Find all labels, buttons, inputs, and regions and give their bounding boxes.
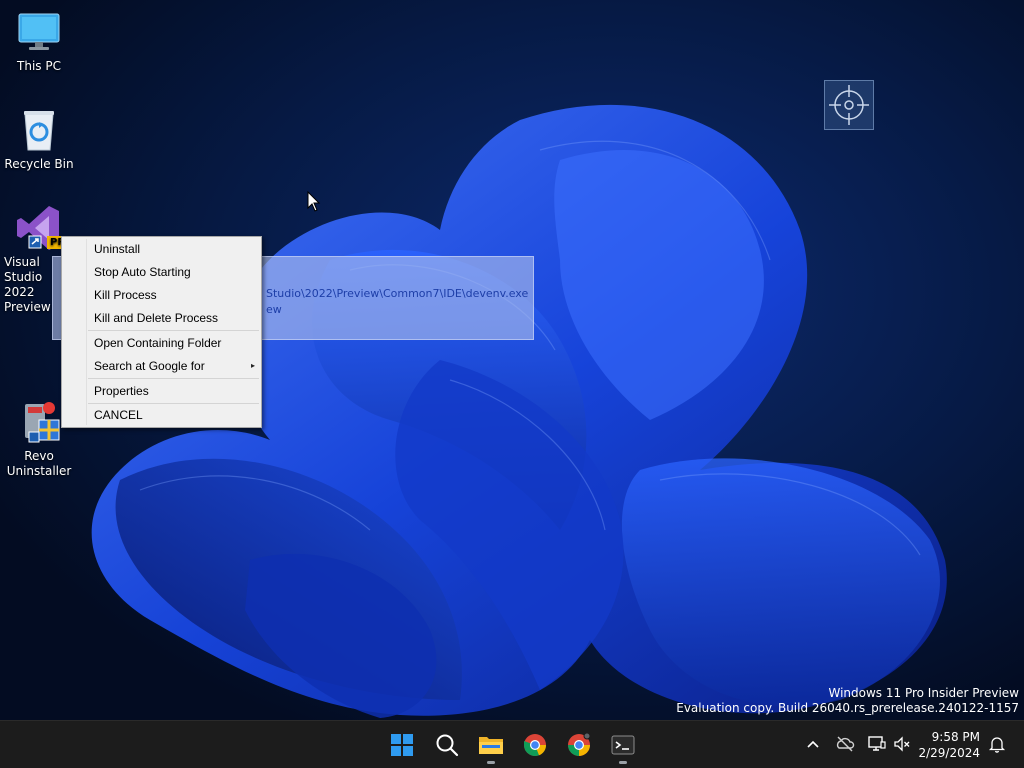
menu-item-label: Stop Auto Starting bbox=[94, 265, 191, 279]
desktop-icon-recycle-bin[interactable]: Recycle Bin bbox=[0, 106, 78, 172]
monitor-icon bbox=[15, 8, 63, 56]
crosshair-widget[interactable] bbox=[824, 80, 874, 130]
taskbar-start-button[interactable] bbox=[384, 727, 420, 763]
tray-volume[interactable] bbox=[892, 734, 912, 754]
folder-icon bbox=[479, 737, 503, 754]
menu-separator bbox=[88, 378, 259, 379]
menu-item-label: Uninstall bbox=[94, 242, 141, 256]
desktop-icon-label: Revo bbox=[24, 449, 54, 463]
taskbar-chrome-alt[interactable] bbox=[561, 727, 597, 763]
chrome-icon bbox=[524, 734, 547, 756]
windows-start-icon bbox=[391, 734, 413, 756]
menu-item-open-containing-folder[interactable]: Open Containing Folder bbox=[94, 333, 257, 353]
chrome-alt-icon bbox=[568, 732, 591, 756]
clock-time: 9:58 PM bbox=[931, 730, 980, 744]
menu-gutter bbox=[86, 239, 87, 425]
network-icon bbox=[868, 736, 886, 751]
taskbar-search-button[interactable] bbox=[429, 727, 465, 763]
submenu-arrow-icon: ▸ bbox=[250, 361, 255, 370]
context-menu: Uninstall Stop Auto Starting Kill Proces… bbox=[61, 236, 262, 428]
bell-icon bbox=[988, 737, 1006, 753]
mouse-cursor-icon bbox=[307, 191, 321, 212]
menu-separator bbox=[88, 403, 259, 404]
revo-uninstaller-icon bbox=[15, 398, 63, 446]
menu-item-label: CANCEL bbox=[94, 408, 143, 422]
taskbar-chrome[interactable] bbox=[517, 727, 553, 763]
taskbar-clock[interactable]: 9:58 PM 2/29/2024 bbox=[918, 729, 980, 761]
menu-separator bbox=[88, 330, 259, 331]
recycle-bin-icon bbox=[15, 106, 63, 154]
taskbar-file-explorer[interactable] bbox=[473, 727, 509, 764]
menu-item-label: Open Containing Folder bbox=[94, 336, 222, 350]
menu-item-label: Properties bbox=[94, 384, 149, 398]
menu-item-label: Search at Google for bbox=[94, 359, 205, 373]
tray-network[interactable] bbox=[867, 734, 887, 754]
crosshair-icon bbox=[829, 85, 869, 125]
desktop[interactable]: This PC Recycle Bin PRE Visual Studio 20… bbox=[0, 0, 1024, 720]
desktop-icon-label: Recycle Bin bbox=[4, 157, 74, 171]
menu-item-uninstall[interactable]: Uninstall bbox=[94, 239, 257, 259]
tray-onedrive[interactable] bbox=[835, 734, 855, 754]
menu-item-kill-process[interactable]: Kill Process bbox=[94, 285, 257, 305]
tray-overflow-chevron[interactable] bbox=[803, 734, 823, 754]
taskbar: 9:58 PM 2/29/2024 bbox=[0, 720, 1024, 768]
desktop-icon-label: Uninstaller bbox=[6, 464, 72, 478]
menu-item-label: Kill Process bbox=[94, 288, 157, 302]
watermark-edition: Windows 11 Pro Insider Preview bbox=[828, 686, 1019, 700]
desktop-icon-label: This PC bbox=[17, 59, 61, 73]
visual-studio-icon: PRE bbox=[15, 204, 75, 252]
terminal-icon bbox=[611, 735, 635, 755]
running-indicator bbox=[619, 761, 627, 764]
chevron-up-icon bbox=[807, 740, 819, 748]
menu-item-properties[interactable]: Properties bbox=[94, 381, 257, 401]
desktop-icon-this-pc[interactable]: This PC bbox=[0, 8, 78, 74]
clock-date: 2/29/2024 bbox=[918, 746, 980, 760]
menu-item-label: Kill and Delete Process bbox=[94, 311, 219, 325]
evaluation-watermark: Windows 11 Pro Insider Preview Evaluatio… bbox=[676, 686, 1019, 716]
watermark-build: Evaluation copy. Build 26040.rs_prerelea… bbox=[676, 701, 1019, 715]
onedrive-offline-icon bbox=[836, 736, 855, 752]
menu-item-cancel[interactable]: CANCEL bbox=[94, 405, 257, 425]
speaker-muted-icon bbox=[894, 736, 910, 752]
menu-item-stop-auto-starting[interactable]: Stop Auto Starting bbox=[94, 262, 257, 282]
tooltip-path-line2: ew bbox=[266, 303, 282, 316]
search-icon bbox=[436, 734, 459, 757]
menu-item-kill-and-delete-process[interactable]: Kill and Delete Process bbox=[94, 308, 257, 328]
tooltip-path-line1: Studio\2022\Preview\Common7\IDE\devenv.e… bbox=[266, 287, 529, 300]
taskbar-terminal[interactable] bbox=[605, 727, 641, 764]
notification-center-button[interactable] bbox=[987, 734, 1007, 754]
running-indicator bbox=[487, 761, 495, 764]
menu-item-search-at-google[interactable]: Search at Google for ▸ bbox=[94, 356, 257, 376]
